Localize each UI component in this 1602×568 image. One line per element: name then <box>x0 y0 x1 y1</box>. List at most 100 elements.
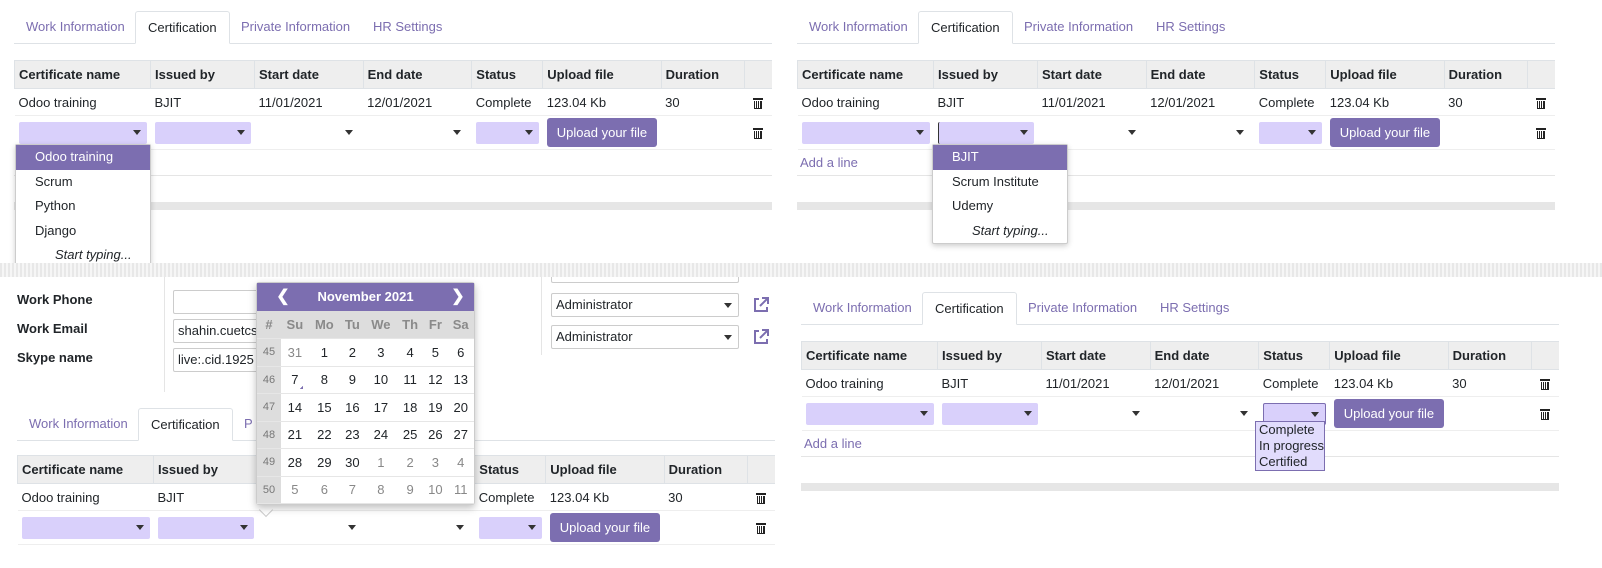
calendar-day[interactable]: 4 <box>447 448 474 477</box>
table-row-editing[interactable]: Upload your file <box>797 115 1555 150</box>
calendar-day[interactable]: 11 <box>447 476 474 504</box>
calendar-day[interactable]: 2 <box>339 338 365 367</box>
dropdown-item[interactable]: Python <box>16 194 150 219</box>
tab-certification[interactable]: Certification <box>922 292 1017 325</box>
dropdown-item[interactable]: Odoo training <box>16 145 150 170</box>
cell-status[interactable]: Complete <box>474 483 546 511</box>
col-end-date[interactable]: End date <box>1149 341 1259 370</box>
start-date-input[interactable] <box>259 122 359 144</box>
calendar-day[interactable]: 6 <box>447 338 474 367</box>
calendar-day-today[interactable]: 7 <box>281 366 309 394</box>
issued-by-select[interactable] <box>937 121 1034 144</box>
manager-select[interactable] <box>551 277 739 283</box>
calendar-day[interactable]: 26 <box>423 421 448 449</box>
cell-start-date[interactable]: 11/01/2021 <box>254 88 364 116</box>
calendar-day[interactable]: 5 <box>423 338 448 367</box>
calendar-day[interactable]: 3 <box>423 448 448 477</box>
col-duration[interactable]: Duration <box>1447 341 1532 370</box>
col-issued-by[interactable]: Issued by <box>937 341 1042 370</box>
calendar-day[interactable]: 31 <box>281 338 309 367</box>
dropdown-start-typing[interactable]: Start typing... <box>933 219 1067 244</box>
cell-status[interactable]: Complete <box>1258 369 1330 397</box>
col-issued-by[interactable]: Issued by <box>153 455 258 484</box>
col-duration[interactable]: Duration <box>660 60 745 89</box>
calendar-day[interactable]: 8 <box>308 366 340 394</box>
calendar-day[interactable]: 3 <box>364 338 397 367</box>
upload-file-button[interactable]: Upload your file <box>1333 399 1445 428</box>
calendar-day[interactable]: 23 <box>339 421 365 449</box>
cell-issued-by[interactable]: BJIT <box>153 483 258 511</box>
status-option[interactable]: In progress <box>1256 438 1324 454</box>
cell-upload-file[interactable]: 123.04 Kb <box>1329 369 1449 397</box>
calendar-day[interactable]: 27 <box>447 421 474 449</box>
calendar-day[interactable]: 6 <box>308 476 340 504</box>
col-duration[interactable]: Duration <box>1443 60 1528 89</box>
cell-upload-file[interactable]: 123.04 Kb <box>542 88 662 116</box>
calendar-day[interactable]: 24 <box>364 421 397 449</box>
cell-start-date[interactable]: 11/01/2021 <box>1041 369 1151 397</box>
manager-select[interactable]: Administrator <box>551 293 739 317</box>
dropdown-item[interactable]: BJIT <box>933 145 1067 170</box>
certificate-name-select[interactable] <box>18 121 147 144</box>
end-date-input[interactable] <box>1154 403 1254 425</box>
issued-by-select[interactable] <box>154 121 251 144</box>
col-upload-file[interactable]: Upload file <box>1325 60 1445 89</box>
status-select[interactable] <box>478 516 542 539</box>
calendar-day[interactable]: 15 <box>308 393 340 422</box>
issued-by-select[interactable] <box>941 402 1038 425</box>
cell-end-date[interactable]: 12/01/2021 <box>363 88 472 116</box>
cell-upload-file[interactable]: 123.04 Kb <box>545 483 665 511</box>
table-row[interactable]: Odoo training BJIT 11/01/2021 12/01/2021… <box>801 369 1559 397</box>
cell-certificate-name[interactable]: Odoo training <box>801 369 938 397</box>
calendar-day[interactable]: 14 <box>281 393 309 422</box>
dropdown-item[interactable]: Django <box>16 219 150 244</box>
cell-certificate-name[interactable]: Odoo training <box>14 88 151 116</box>
calendar-day[interactable]: 25 <box>396 421 424 449</box>
calendar-day[interactable]: 17 <box>364 393 397 422</box>
col-certificate-name[interactable]: Certificate name <box>801 341 938 370</box>
col-issued-by[interactable]: Issued by <box>933 60 1038 89</box>
cell-issued-by[interactable]: BJIT <box>150 88 255 116</box>
tab-work-information[interactable]: Work Information <box>801 292 924 325</box>
start-date-input[interactable] <box>262 517 362 539</box>
col-status[interactable]: Status <box>1254 60 1326 89</box>
calendar-day[interactable]: 20 <box>447 393 474 422</box>
tab-certification[interactable]: Certification <box>135 11 230 44</box>
cell-end-date[interactable]: 12/01/2021 <box>1146 88 1255 116</box>
external-link-icon[interactable] <box>752 296 770 314</box>
calendar-day[interactable]: 9 <box>339 366 365 394</box>
col-certificate-name[interactable]: Certificate name <box>17 455 154 484</box>
issued-by-select[interactable] <box>157 516 254 539</box>
delete-row-button[interactable] <box>1531 396 1559 431</box>
table-row-editing[interactable]: Upload your file <box>801 396 1559 431</box>
end-date-input[interactable] <box>367 122 467 144</box>
cell-issued-by[interactable]: BJIT <box>933 88 1038 116</box>
cell-upload-file[interactable]: 123.04 Kb <box>1325 88 1445 116</box>
calendar-day[interactable]: 4 <box>396 338 424 367</box>
start-date-input[interactable] <box>1042 122 1142 144</box>
delete-row-button[interactable] <box>1531 369 1559 397</box>
calendar-day[interactable]: 10 <box>364 366 397 394</box>
calendar-day[interactable]: 22 <box>308 421 340 449</box>
col-status[interactable]: Status <box>474 455 546 484</box>
delete-row-button[interactable] <box>744 88 772 116</box>
end-date-input[interactable] <box>370 517 470 539</box>
cell-duration[interactable]: 30 <box>664 483 748 511</box>
tab-work-information[interactable]: Work Information <box>14 11 137 44</box>
col-end-date[interactable]: End date <box>1145 60 1255 89</box>
cell-duration[interactable]: 30 <box>1444 88 1528 116</box>
add-line-link[interactable]: Add a line <box>800 155 858 170</box>
col-start-date[interactable]: Start date <box>1037 60 1147 89</box>
delete-row-button[interactable] <box>744 115 772 150</box>
tab-certification[interactable]: Certification <box>138 408 233 441</box>
calendar-day[interactable]: 1 <box>364 448 397 477</box>
status-option[interactable]: Certified <box>1256 454 1324 470</box>
col-upload-file[interactable]: Upload file <box>542 60 662 89</box>
table-row[interactable]: Odoo training BJIT 11/01/2021 12/01/2021… <box>14 88 772 116</box>
calendar-day[interactable]: 7 <box>339 476 365 504</box>
delete-row-button[interactable] <box>1527 88 1555 116</box>
status-select[interactable] <box>475 121 539 144</box>
cell-certificate-name[interactable]: Odoo training <box>797 88 934 116</box>
certificate-name-select[interactable] <box>805 402 934 425</box>
tab-hr-settings[interactable]: HR Settings <box>361 11 454 44</box>
